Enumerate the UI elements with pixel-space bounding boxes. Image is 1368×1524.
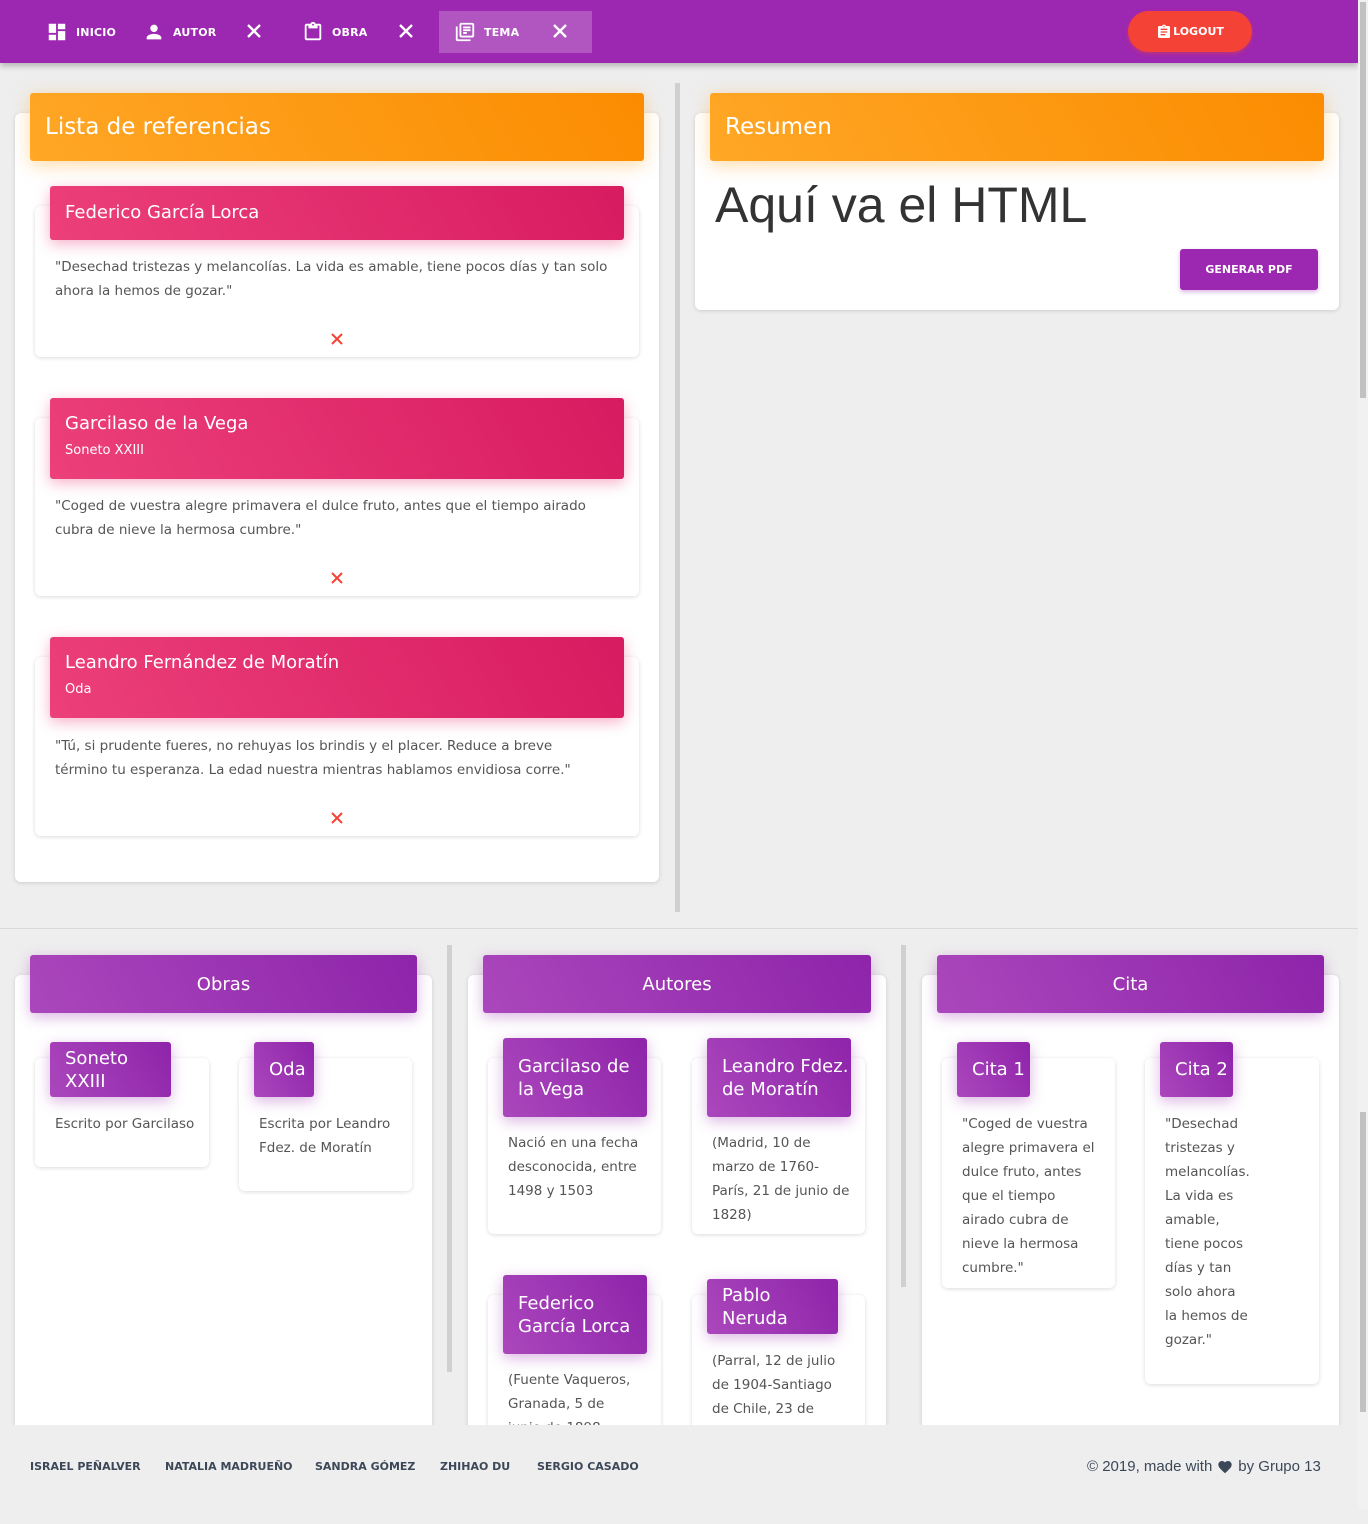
nav-autor-label: AUTOR <box>173 25 217 39</box>
autor-header: Federico García Lorca <box>503 1275 647 1354</box>
resumen-content: Aquí va el HTML <box>715 177 1088 233</box>
autor-desc: Nació en una fecha desconocida, entre 14… <box>508 1135 639 1199</box>
reference-author: Leandro Fernández de Moratín <box>65 652 340 673</box>
autor-name: Leandro Fdez. de Moratín <box>722 1055 849 1100</box>
resumen-title: Resumen <box>725 114 832 140</box>
autor-name: Garcilaso de la Vega <box>518 1055 630 1100</box>
copyright: © 2019, made with by Grupo 13 <box>1087 1458 1321 1475</box>
reference-header: Garcilaso de la Vega Soneto XXIII <box>50 398 624 479</box>
obras-section: Obras Soneto XXIII Escrito por Garcilaso… <box>0 940 450 1425</box>
quote-name: Cita 2 <box>1175 1059 1228 1080</box>
clipboard-icon <box>304 21 322 41</box>
nav-obra-label: OBRA <box>332 25 368 39</box>
obra-name: Oda <box>269 1059 306 1080</box>
nav-inicio-label: INICIO <box>76 25 117 39</box>
close-obra-tab-icon[interactable] <box>395 20 417 42</box>
quote-text: "Coged de vuestra alegre primavera el du… <box>962 1116 1095 1276</box>
cita-title: Cita <box>1112 973 1149 995</box>
obra-header: Oda <box>254 1042 314 1097</box>
footer-link-zhihao[interactable]: ZHIHAO DU <box>440 1460 510 1473</box>
close-tema-tab-icon[interactable] <box>549 20 571 42</box>
autor-header: Leandro Fdez. de Moratín <box>707 1038 851 1117</box>
reference-quote: "Coged de vuestra alegre primavera el du… <box>55 498 586 538</box>
autor-desc: (Parral, 12 de julio de 1904-Santiago de… <box>712 1353 836 1417</box>
heart-icon <box>1218 1460 1232 1473</box>
cita-header: Cita <box>937 955 1324 1013</box>
dashboard-icon <box>48 23 66 41</box>
obra-header: Soneto XXIII <box>50 1042 171 1097</box>
autor-header: Garcilaso de la Vega <box>503 1038 647 1117</box>
autor-desc: (Fuente Vaqueros, Granada, 5 de junio de… <box>508 1372 631 1425</box>
delete-reference-icon[interactable] <box>330 570 344 584</box>
autor-header: Pablo Neruda <box>707 1279 838 1334</box>
obras-title: Obras <box>196 973 251 995</box>
autores-section: Autores Garcilaso de la Vega Nació en un… <box>453 940 900 1425</box>
reference-work: Soneto XXIII <box>65 443 144 458</box>
reference-quote: "Desechad tristezas y melancolías. La vi… <box>55 259 608 299</box>
autores-title: Autores <box>642 973 712 995</box>
referencias-title: Lista de referencias <box>45 114 271 140</box>
reference-work: Oda <box>65 682 92 697</box>
logout-button[interactable]: LOGOUT <box>1128 11 1252 52</box>
footer-link-israel[interactable]: ISRAEL PEÑALVER <box>30 1460 141 1473</box>
generar-pdf-button[interactable]: GENERAR PDF <box>1180 249 1318 290</box>
cita-section: Cita Cita 1 "Coged de vuestra alegre pri… <box>907 940 1353 1425</box>
nav-tema-label: TEMA <box>484 25 520 39</box>
quote-text: "Desechad tristezas y melancolías. La vi… <box>1165 1116 1250 1348</box>
column-divider <box>901 945 906 1287</box>
close-autor-tab-icon[interactable] <box>243 20 265 42</box>
footer-link-sergio[interactable]: SERGIO CASADO <box>537 1460 639 1473</box>
reference-header: Federico García Lorca <box>50 186 624 240</box>
quote-header: Cita 1 <box>957 1042 1030 1097</box>
footer-link-natalia[interactable]: NATALIA MADRUEÑO <box>165 1460 293 1473</box>
reference-quote: "Tú, si prudente fueres, no rehuyas los … <box>55 738 571 778</box>
obra-name: Soneto XXIII <box>65 1047 128 1092</box>
copyright-pre: © 2019, made with <box>1087 1458 1213 1475</box>
footer-link-sandra[interactable]: SANDRA GÓMEZ <box>315 1460 415 1473</box>
nav-autor[interactable]: AUTOR <box>143 11 216 53</box>
column-divider <box>447 945 452 1372</box>
column-divider <box>675 83 680 912</box>
quote-name: Cita 1 <box>972 1059 1025 1080</box>
person-icon <box>146 24 162 40</box>
obra-desc: Escrito por Garcilaso <box>55 1116 195 1132</box>
copyright-post: by Grupo 13 <box>1238 1458 1321 1475</box>
autor-name: Federico García Lorca <box>518 1292 631 1337</box>
quote-header: Cita 2 <box>1160 1042 1233 1097</box>
nav-inicio[interactable]: INICIO <box>46 11 116 53</box>
scrollbar-thumb[interactable] <box>1360 2 1366 398</box>
autores-header: Autores <box>483 955 871 1013</box>
referencias-header: Lista de referencias <box>30 93 644 161</box>
delete-reference-icon[interactable] <box>330 331 344 345</box>
section-divider <box>0 928 1358 929</box>
delete-reference-icon[interactable] <box>330 810 344 824</box>
assignment-icon <box>1158 24 1171 38</box>
inner-scrollbar-thumb[interactable] <box>1360 1112 1366 1412</box>
resumen-header: Resumen <box>710 93 1324 161</box>
autor-desc: (Madrid, 10 de marzo de 1760-París, 21 d… <box>712 1135 850 1223</box>
autor-name: Pablo Neruda <box>722 1284 788 1329</box>
top-navbar: INICIO AUTOR OBRA TEMA LOGOUT <box>0 0 1358 63</box>
nav-obra[interactable]: OBRA <box>302 11 368 53</box>
logout-label: LOGOUT <box>1173 25 1224 38</box>
library-books-icon <box>455 22 475 42</box>
reference-header: Leandro Fernández de Moratín Oda <box>50 637 624 718</box>
reference-author: Federico García Lorca <box>65 202 260 223</box>
obras-header: Obras <box>30 955 417 1013</box>
obra-desc: Escrita por Leandro Fdez. de Moratín <box>259 1116 391 1156</box>
reference-author: Garcilaso de la Vega <box>65 413 249 434</box>
